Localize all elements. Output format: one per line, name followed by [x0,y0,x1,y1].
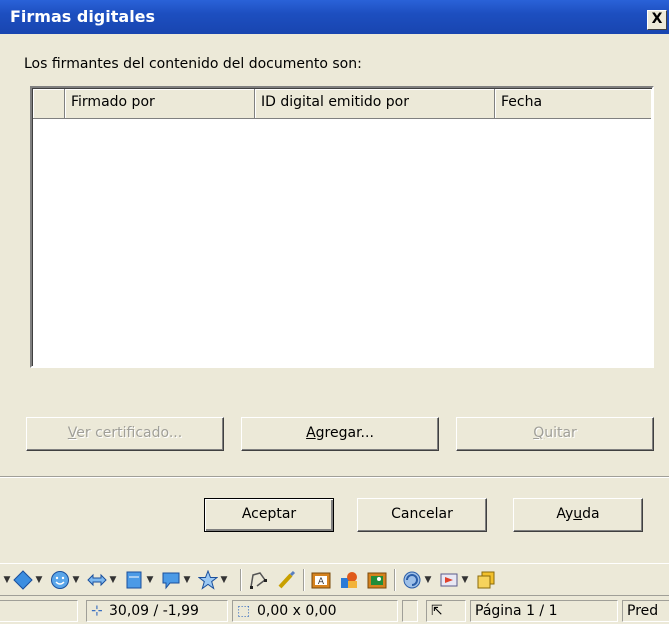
points-icon[interactable] [247,569,269,591]
size-icon: ⬚ [237,603,251,619]
view-certificate-button[interactable]: Ver certificado... [26,417,224,451]
help-label-end: da [582,506,600,522]
chevron-down-icon[interactable]: ▼ [219,575,229,585]
star-icon [197,569,219,591]
svg-text:A: A [318,577,325,587]
double-arrow-icon [86,569,108,591]
chevron-down-icon[interactable]: ▼ [423,575,433,585]
chevron-down-icon[interactable]: ▼ [460,575,470,585]
fontwork-icon[interactable]: A [310,569,332,591]
remove-label: uitar [544,425,577,441]
image-icon[interactable] [338,569,360,591]
chevron-down-icon[interactable]: ▼ [2,575,12,585]
help-mnemonic: u [573,506,583,522]
cursor-icon: ⇱ [431,603,443,619]
ok-button[interactable]: Aceptar [204,498,334,532]
toolbar-separator [240,568,241,591]
ok-label: Aceptar [241,506,297,522]
status-blank-cell [0,600,78,622]
status-selection-mode[interactable]: ⇱ [426,600,466,622]
toolbar-separator [303,568,304,591]
signers-intro-label: Los firmantes del contenido del document… [24,56,362,72]
diamond-shape-icon [12,569,34,591]
chevron-down-icon[interactable]: ▼ [182,575,192,585]
toolbar-extrusion[interactable]: ▼ [401,566,433,594]
animation-icon [438,569,460,591]
status-position-value: 30,09 / -1,99 [109,603,199,619]
callout-icon [160,569,182,591]
close-icon: X [651,11,663,27]
column-header-signed-by[interactable]: Firmado por [65,89,255,119]
position-icon: ⊹ [91,603,103,619]
flowchart-icon [123,569,145,591]
toolbar-symbol-shapes[interactable]: ▼ [49,566,81,594]
cancel-button[interactable]: Cancelar [357,498,487,532]
toolbar-callouts[interactable]: ▼ [160,566,192,594]
column-header-status[interactable] [33,89,65,119]
view-certificate-label: er certificado... [76,425,183,441]
status-size-value: 0,00 x 0,00 [257,603,337,619]
toolbar-flowcharts[interactable]: ▼ [123,566,155,594]
add-label: gregar... [315,425,374,441]
chevron-down-icon[interactable]: ▼ [34,575,44,585]
help-label-start: Ay [556,506,574,522]
status-page: Página 1 / 1 [470,600,618,622]
window-title: Firmas digitales [10,7,156,26]
signatures-list[interactable]: Firmado por ID digital emitido por Fecha [30,86,654,368]
drawing-toolbar: ▼ ▼ ▼ ▼ ▼ ▼ ▼ A ▼ ▼ [0,563,669,595]
toolbar-stars[interactable]: ▼ [197,566,229,594]
add-mnemonic: A [306,425,316,441]
title-bar: Firmas digitales X [0,0,669,34]
remove-button[interactable]: Quitar [456,417,654,451]
chevron-down-icon[interactable]: ▼ [71,575,81,585]
status-page-style: Pred [622,600,669,622]
glue-icon[interactable] [275,569,297,591]
toolbar-animation[interactable]: ▼ [438,566,470,594]
insert-frame-icon[interactable] [366,569,388,591]
extrusion-icon [401,569,423,591]
column-header-issued-by[interactable]: ID digital emitido por [255,89,495,119]
toolbar-block-arrows[interactable]: ▼ [86,566,118,594]
chevron-down-icon[interactable]: ▼ [108,575,118,585]
smiley-shape-icon [49,569,71,591]
help-button[interactable]: Ayuda [513,498,643,532]
cancel-label: Cancelar [391,506,453,522]
view-certificate-mnemonic: V [67,425,77,441]
status-bar: ⊹ 30,09 / -1,99 ⬚ 0,00 x 0,00 ⇱ Página 1 /… [0,595,669,624]
column-header-date[interactable]: Fecha [495,89,651,119]
remove-mnemonic: Q [533,425,545,441]
toolbar-basic-shapes[interactable]: ▼ [12,566,44,594]
toolbar-separator [394,568,395,591]
signatures-list-header: Firmado por ID digital emitido por Fecha [33,89,651,119]
status-position: ⊹ 30,09 / -1,99 [86,600,228,622]
close-button[interactable]: X [647,10,667,30]
status-size: ⬚ 0,00 x 0,00 [232,600,398,622]
chevron-down-icon[interactable]: ▼ [145,575,155,585]
digital-signatures-dialog: Los firmantes del contenido del document… [0,34,669,563]
status-modified-cell [402,600,418,622]
gallery-icon[interactable] [475,569,497,591]
footer-separator [0,476,669,478]
add-button[interactable]: Agregar... [241,417,439,451]
